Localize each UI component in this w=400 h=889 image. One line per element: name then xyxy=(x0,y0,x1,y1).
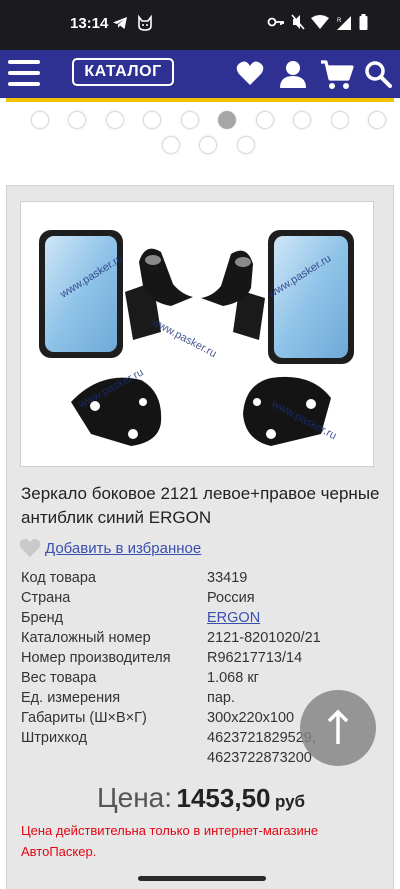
spec-label: Бренд xyxy=(21,610,64,626)
product-image[interactable]: www.pasker.ru www.pasker.ru www.pasker.r… xyxy=(20,201,374,467)
status-bar: 13:14 R xyxy=(0,0,400,50)
battery-icon xyxy=(359,14,368,30)
user-icon[interactable] xyxy=(280,60,306,88)
spec-value: 33419 xyxy=(207,570,248,586)
signal-icon: R xyxy=(337,16,351,30)
product-title: Зеркало боковое 2121 левое+правое черные… xyxy=(21,484,380,527)
product-card: www.pasker.ru www.pasker.ru www.pasker.r… xyxy=(6,185,394,889)
gallery-dot[interactable] xyxy=(368,111,386,129)
gesture-bar[interactable] xyxy=(138,876,266,881)
spec-value: Россия xyxy=(207,590,255,606)
gallery-dot[interactable] xyxy=(106,111,124,129)
gallery-dot[interactable] xyxy=(162,136,180,154)
spec-value: 4623722873200 xyxy=(207,750,312,766)
spec-row: Бренд ERGON xyxy=(21,608,391,628)
spec-label: Каталожный номер xyxy=(21,630,151,646)
spec-label: Номер производителя xyxy=(21,650,171,666)
svg-text:R: R xyxy=(337,18,342,24)
heart-outline-icon xyxy=(19,538,41,557)
spec-value: 2121-8201020/21 xyxy=(207,630,321,646)
menu-icon[interactable] xyxy=(8,60,40,86)
spec-row: Вес товара 1.068 кг xyxy=(21,668,391,688)
spec-value: R96217713/14 xyxy=(207,650,303,666)
cat-icon xyxy=(138,14,152,31)
spec-value: пар. xyxy=(207,690,236,706)
price-note: Цена действительна только в интернет-маг… xyxy=(21,823,319,859)
spec-row: Каталожный номер 2121-8201020/21 xyxy=(21,628,391,648)
spec-label: Штрихкод xyxy=(21,730,88,746)
price-currency: руб xyxy=(274,792,306,811)
gallery-dot[interactable] xyxy=(256,111,274,129)
brand-link[interactable]: ERGON xyxy=(207,608,260,628)
search-icon[interactable] xyxy=(364,60,392,88)
key-icon xyxy=(267,17,284,27)
arrow-up-icon xyxy=(327,709,349,744)
gallery-dot[interactable] xyxy=(31,111,49,129)
image-watermark: www.pasker.ru xyxy=(149,316,219,361)
gallery-dot[interactable] xyxy=(143,111,161,129)
spec-value: 300х220х100 xyxy=(207,710,295,726)
gallery-dot[interactable] xyxy=(68,111,86,129)
spec-label: Страна xyxy=(21,590,71,606)
telegram-icon xyxy=(113,17,127,29)
catalog-button[interactable]: КАТАЛОГ xyxy=(72,58,174,86)
spec-label: Код товара xyxy=(21,570,96,586)
gallery-dot[interactable] xyxy=(181,111,199,129)
gallery-dot[interactable] xyxy=(331,111,349,129)
scroll-to-top-button[interactable] xyxy=(300,690,376,766)
price-block: Цена: 1453,50 руб xyxy=(7,782,395,814)
spec-row: Код товара 33419 xyxy=(21,568,391,588)
cart-icon[interactable] xyxy=(320,60,354,90)
gallery-dot[interactable] xyxy=(199,136,217,154)
spec-row: Страна Россия xyxy=(21,588,391,608)
gallery-dot-active[interactable] xyxy=(218,111,236,129)
add-to-favorites[interactable]: Добавить в избранное xyxy=(19,538,201,558)
spec-label: Габариты (Ш×В×Г) xyxy=(21,710,147,726)
wifi-icon xyxy=(311,15,329,29)
price-label: Цена: xyxy=(96,782,173,813)
spec-value: 1.068 кг xyxy=(207,670,259,686)
price-value: 1453,50 xyxy=(176,783,271,813)
status-time: 13:14 xyxy=(70,15,109,32)
add-to-favorites-link[interactable]: Добавить в избранное xyxy=(45,540,201,557)
gallery-dot[interactable] xyxy=(293,111,311,129)
heart-icon[interactable] xyxy=(236,60,264,86)
spec-label: Вес товара xyxy=(21,670,97,686)
mute-icon xyxy=(291,14,305,30)
accent-strip xyxy=(6,98,394,102)
top-nav-bar: КАТАЛОГ xyxy=(0,50,400,98)
spec-row: Номер производителя R96217713/14 xyxy=(21,648,391,668)
gallery-dot[interactable] xyxy=(237,136,255,154)
spec-label: Ед. измерения xyxy=(21,690,121,706)
